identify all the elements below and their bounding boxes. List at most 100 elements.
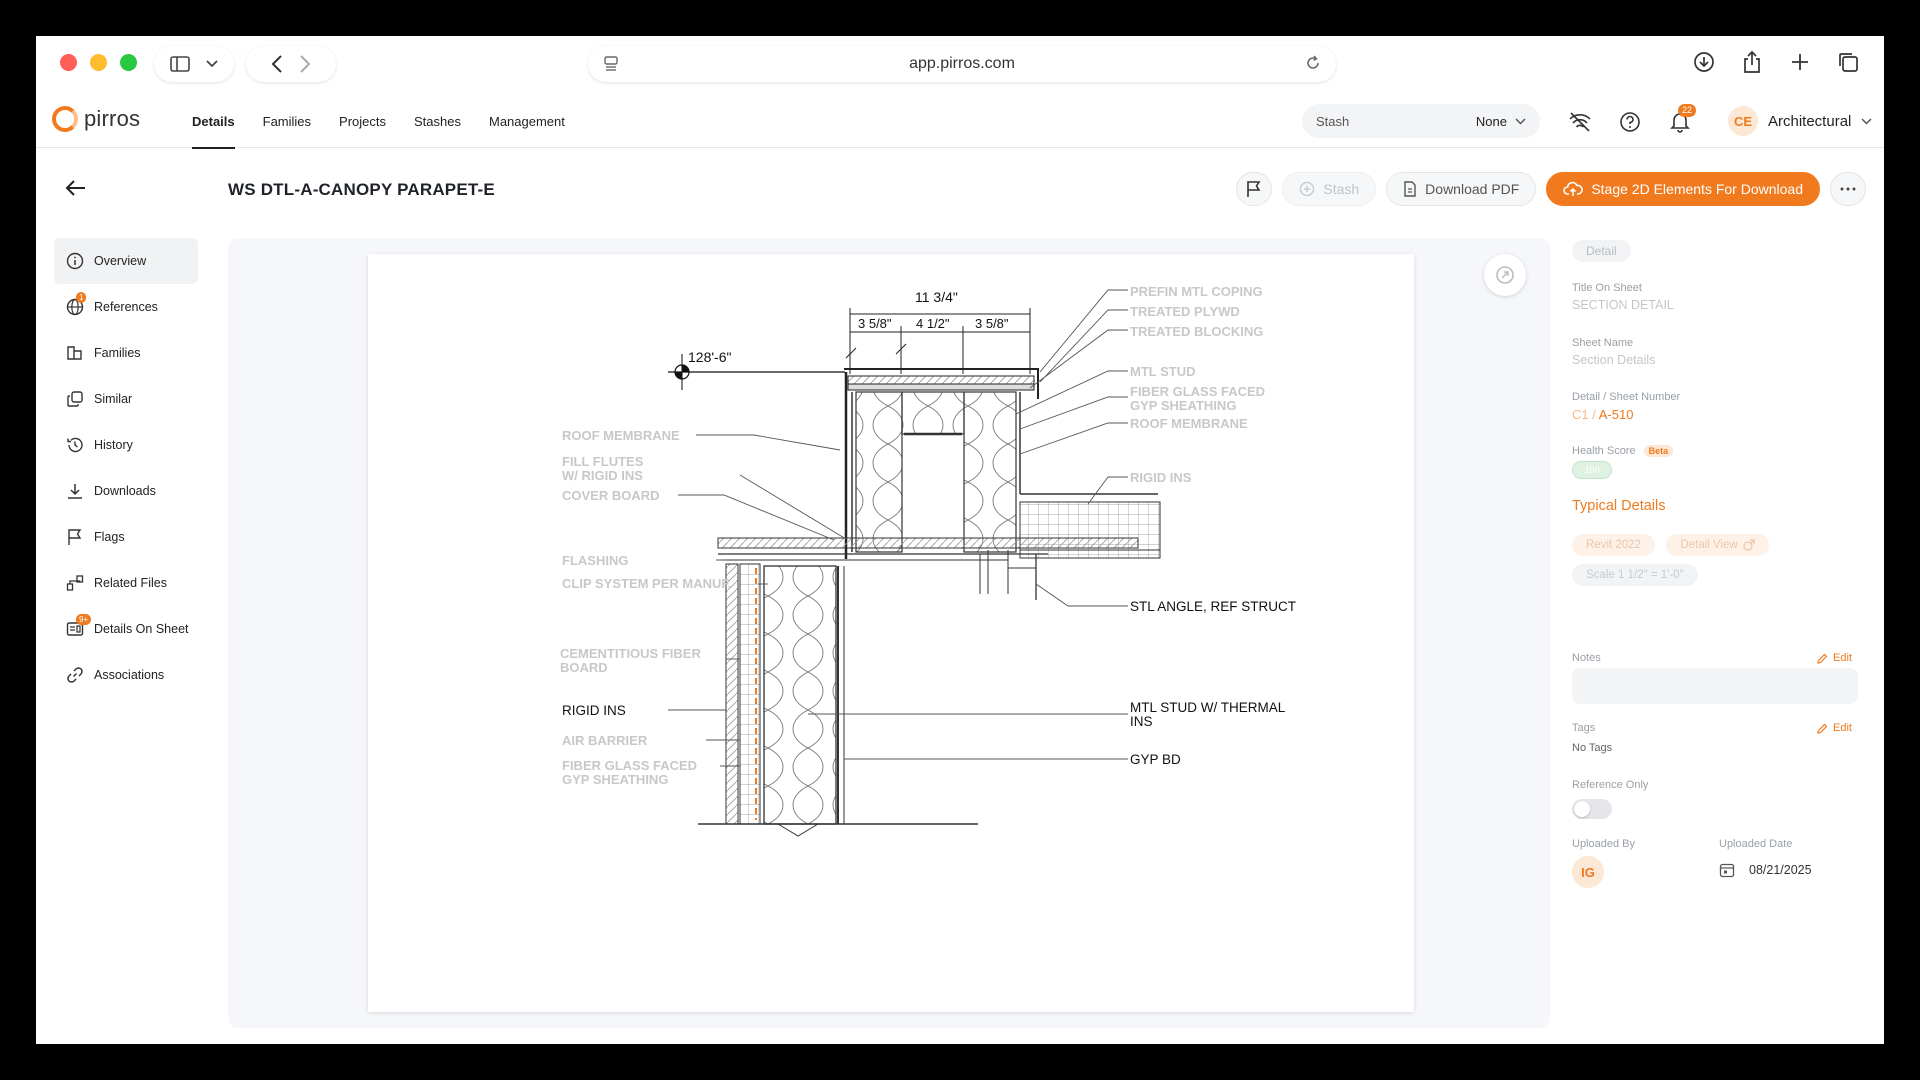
- forward-arrow-icon[interactable]: [299, 55, 311, 73]
- uploaded-date-label: Uploaded Date: [1719, 838, 1793, 850]
- scale-chip: Scale 1 1/2" = 1'-0": [1572, 564, 1698, 586]
- dim-c: 3 5/8": [975, 316, 1009, 331]
- minimize-window-button[interactable]: [90, 54, 107, 71]
- tags-edit-button[interactable]: Edit: [1817, 722, 1852, 734]
- detail-view-chip[interactable]: Detail View: [1666, 534, 1769, 556]
- sidebar-item-label: Details On Sheet: [94, 622, 189, 636]
- flag-icon: [1247, 181, 1261, 197]
- back-arrow-icon[interactable]: [64, 176, 88, 200]
- address-bar[interactable]: app.pirros.com: [588, 46, 1336, 82]
- typical-details-link[interactable]: Typical Details: [1572, 498, 1665, 514]
- stash-select[interactable]: Stash None: [1302, 104, 1540, 138]
- browser-window: app.pirros.com pirros Details Families P…: [36, 36, 1884, 1044]
- download-pdf-label: Download PDF: [1425, 181, 1520, 197]
- sidebar-item-label: History: [94, 438, 133, 452]
- account-menu[interactable]: CE Architectural: [1728, 106, 1872, 136]
- label-cementitious-fiber: CEMENTITIOUS FIBER: [560, 646, 701, 661]
- label-flashing: FLASHING: [562, 553, 628, 568]
- site-settings-icon[interactable]: [602, 54, 620, 72]
- maximize-window-button[interactable]: [120, 54, 137, 71]
- tabs-icon: [1839, 53, 1858, 72]
- share-button[interactable]: [1738, 48, 1766, 76]
- number-separator: /: [1588, 407, 1599, 422]
- beta-badge: Beta: [1643, 445, 1674, 457]
- sidebar-item-references[interactable]: 1 References: [54, 284, 198, 330]
- page-title: WS DTL-A-CANOPY PARAPET-E: [228, 180, 495, 199]
- nav-families[interactable]: Families: [249, 96, 325, 148]
- tab-overview-button[interactable]: [1834, 48, 1862, 76]
- sidebar-item-label: Families: [94, 346, 141, 360]
- page-actions: Stash Download PDF Stage 2D Elements For…: [1236, 172, 1866, 206]
- new-tab-button[interactable]: [1786, 48, 1814, 76]
- sidebar-item-history[interactable]: History: [54, 422, 198, 468]
- flag-button[interactable]: [1236, 172, 1273, 206]
- downloads-button[interactable]: [1690, 48, 1718, 76]
- stash-select-label: Stash: [1316, 113, 1350, 129]
- label-air-barrier: AIR BARRIER: [562, 733, 648, 748]
- sidebar-item-similar[interactable]: Similar: [54, 376, 198, 422]
- brand-name: pirros: [84, 106, 141, 131]
- external-link-icon: [1743, 539, 1755, 551]
- more-options-button[interactable]: [1830, 172, 1866, 206]
- download-pdf-button[interactable]: Download PDF: [1386, 172, 1537, 206]
- chevron-down-icon: [1861, 117, 1872, 125]
- notes-field[interactable]: [1572, 668, 1858, 704]
- sheet-number-link[interactable]: A-510: [1599, 407, 1634, 422]
- notes-edit-button[interactable]: Edit: [1817, 652, 1852, 664]
- close-window-button[interactable]: [60, 54, 77, 71]
- sidebar-item-downloads[interactable]: Downloads: [54, 468, 198, 514]
- sheet-icon: 9+: [66, 614, 92, 638]
- title-on-sheet-label: Title On Sheet: [1572, 282, 1642, 294]
- nav-management[interactable]: Management: [475, 96, 579, 148]
- dim-overall: 11 3/4": [915, 289, 958, 305]
- sidebar-item-associations[interactable]: Associations: [54, 652, 198, 698]
- sidebar-item-details-on-sheet[interactable]: 9+ Details On Sheet: [54, 606, 198, 652]
- reload-icon[interactable]: [1304, 54, 1322, 72]
- info-icon: [66, 252, 84, 270]
- download-circle-icon: [1694, 52, 1714, 72]
- sidebar-item-families[interactable]: Families: [54, 330, 198, 376]
- reference-only-toggle[interactable]: [1572, 799, 1612, 819]
- title-on-sheet-value: SECTION DETAIL: [1572, 298, 1674, 312]
- sidebar-item-related-files[interactable]: Related Files: [54, 560, 198, 606]
- sidebar-item-flags[interactable]: Flags: [54, 514, 198, 560]
- sidebar-item-label: Downloads: [94, 484, 156, 498]
- sidebar-item-label: Similar: [94, 392, 133, 406]
- exterior-wall: [698, 563, 978, 837]
- fullscreen-button[interactable]: [1484, 254, 1526, 296]
- label-rigid-ins-right: RIGID INS: [1130, 470, 1192, 485]
- nav-details[interactable]: Details: [178, 96, 249, 149]
- offline-button[interactable]: [1566, 108, 1594, 136]
- link-icon: [67, 667, 83, 683]
- back-arrow-icon[interactable]: [271, 55, 283, 73]
- drawing-sheet[interactable]: 11 3/4" 3 5/8" 4 1/2" 3 5/8" 128'-6" PRE…: [368, 254, 1414, 1012]
- notifications-button[interactable]: 22: [1666, 104, 1697, 136]
- app-header: pirros Details Families Projects Stashes…: [36, 96, 1884, 149]
- details-on-sheet-badge: 9+: [76, 614, 92, 625]
- sidebar-item-overview[interactable]: Overview: [54, 238, 198, 284]
- stage-2d-elements-button[interactable]: Stage 2D Elements For Download: [1546, 172, 1820, 206]
- edit-label: Edit: [1833, 722, 1852, 734]
- chevron-down-icon: [1515, 117, 1526, 125]
- avatar: CE: [1728, 106, 1758, 136]
- type-chip: Detail: [1572, 240, 1631, 262]
- edit-label: Edit: [1833, 652, 1852, 664]
- label-roof-membrane-left: ROOF MEMBRANE: [562, 428, 680, 443]
- pirros-logo[interactable]: pirros: [52, 106, 140, 132]
- plus-circle-icon: [1300, 181, 1315, 197]
- sidebar-toggle-button[interactable]: [154, 46, 234, 82]
- sidebar-icon: [170, 56, 190, 72]
- help-button[interactable]: [1616, 108, 1644, 136]
- nav-stashes[interactable]: Stashes: [400, 96, 475, 148]
- stash-button[interactable]: Stash: [1282, 172, 1377, 206]
- sidebar-item-label: Related Files: [94, 576, 167, 590]
- detail-sheet-number-label: Detail / Sheet Number: [1572, 391, 1681, 403]
- detail-sheet-number-value: C1 / A-510: [1572, 407, 1680, 422]
- revit-version-chip: Revit 2022: [1572, 534, 1655, 556]
- chevron-down-icon[interactable]: [206, 60, 218, 68]
- nav-projects[interactable]: Projects: [325, 96, 400, 148]
- label-gyp-sheathing: GYP SHEATHING: [1130, 398, 1236, 413]
- tags-value: No Tags: [1572, 742, 1613, 754]
- pencil-icon: [1817, 653, 1828, 664]
- label-fiber-glass-left: FIBER GLASS FACED: [562, 758, 697, 773]
